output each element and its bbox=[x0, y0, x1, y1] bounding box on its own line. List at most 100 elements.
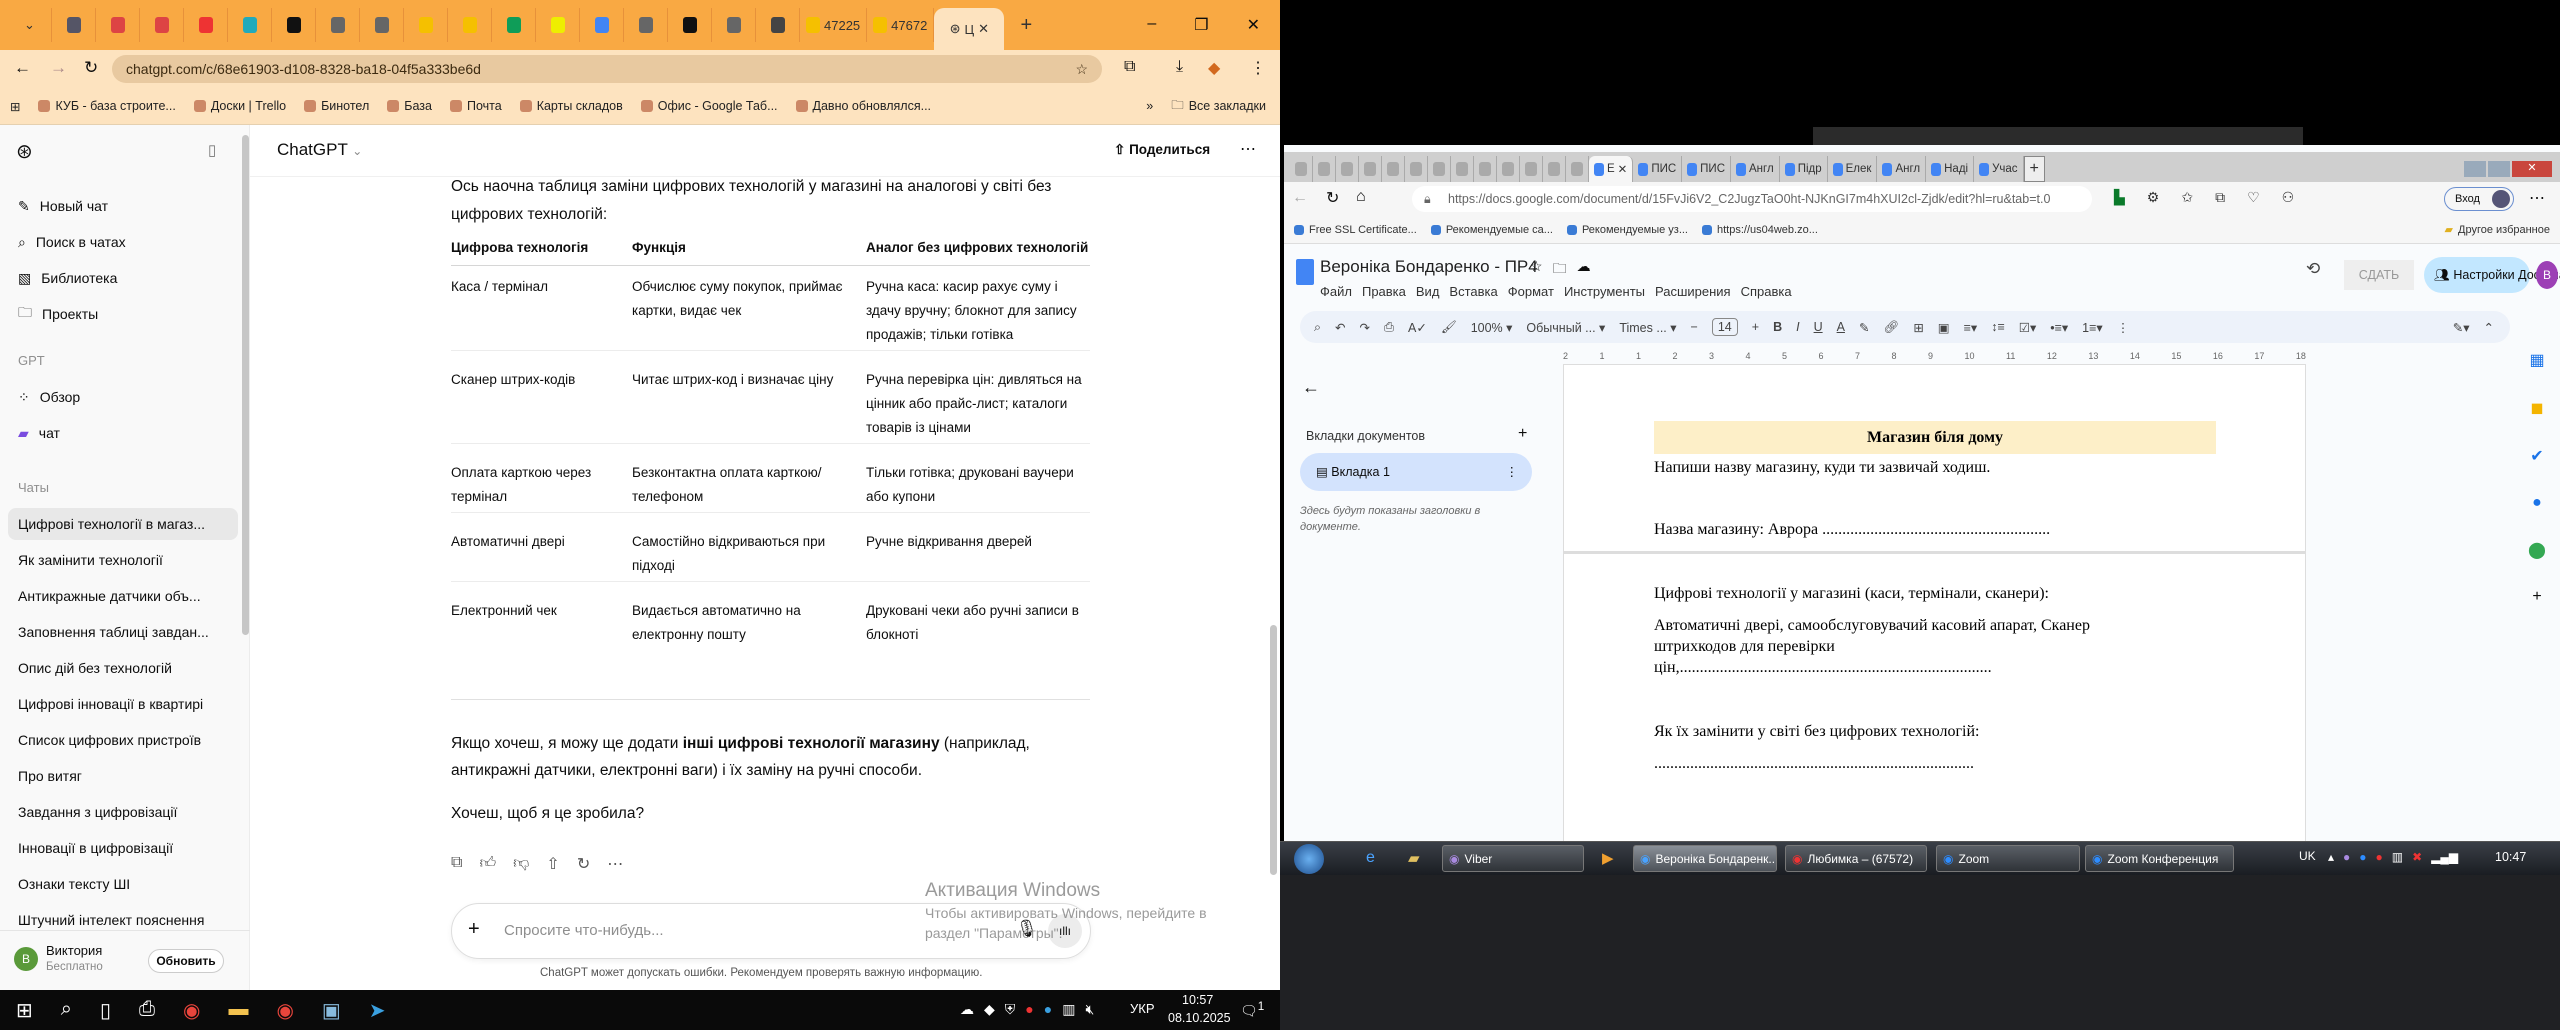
numbered-list-icon[interactable]: 1≡▾ bbox=[2082, 320, 2103, 335]
browser-tab[interactable] bbox=[272, 8, 316, 42]
browser-tab[interactable] bbox=[1566, 156, 1589, 182]
chat-history-item[interactable]: Завдання з цифровізації bbox=[8, 796, 238, 828]
bookmark-item[interactable]: Давно обновлялся... bbox=[795, 99, 931, 113]
bookmark-item[interactable]: База bbox=[387, 99, 432, 113]
back-icon[interactable]: ← bbox=[1292, 189, 1308, 207]
document-paragraph[interactable]: Автоматичні двері, самообслуговувачий ка… bbox=[1654, 617, 2090, 635]
document-paragraph[interactable]: Як їх замінити у світі без цифрових техн… bbox=[1654, 723, 1980, 741]
browser-tab[interactable]: Елек bbox=[1828, 156, 1878, 182]
chat-history-item[interactable]: Про витяг bbox=[8, 760, 238, 792]
restore-icon[interactable] bbox=[2488, 161, 2510, 177]
browser-tab[interactable] bbox=[184, 8, 228, 42]
browser-tab[interactable] bbox=[1405, 156, 1428, 182]
url-input[interactable]: chatgpt.com/c/68e61903-d108-8328-ba18-04… bbox=[112, 55, 1102, 83]
text-color-icon[interactable]: A bbox=[1837, 320, 1845, 334]
taskbar-button-docs[interactable]: ◉ Вероніка Бондаренк... bbox=[1633, 845, 1777, 872]
bookmark-item[interactable]: https://us04web.zo... bbox=[1701, 224, 1818, 236]
media-player-icon[interactable]: ▶ bbox=[1602, 849, 1614, 867]
add-tab-icon[interactable]: + bbox=[1518, 425, 1527, 443]
browser-tab[interactable] bbox=[624, 8, 668, 42]
tab-search-button[interactable]: ⌄ bbox=[8, 8, 52, 42]
bookmark-item[interactable]: Рекомендуемые са... bbox=[1430, 224, 1553, 236]
browser-tab[interactable] bbox=[140, 8, 184, 42]
extension-icon[interactable]: ▙ bbox=[2114, 189, 2125, 206]
restore-icon[interactable]: ❐ bbox=[1194, 15, 1208, 35]
close-tab-icon[interactable]: ✕ bbox=[978, 21, 989, 37]
more-icon[interactable]: ⋯ bbox=[607, 854, 623, 874]
notifications-icon[interactable]: 🗨︎1 bbox=[1240, 1000, 1264, 1020]
bookmark-item[interactable]: Free SSL Certificate... bbox=[1294, 224, 1417, 236]
document-title[interactable]: Вероніка Бондаренко - ПР4 bbox=[1320, 257, 1538, 277]
browser-tab[interactable] bbox=[580, 8, 624, 42]
chat-history-item[interactable]: Заповнення таблиці завдан... bbox=[8, 616, 238, 648]
thumbs-down-icon[interactable]: 👎︎ bbox=[513, 854, 529, 874]
reload-icon[interactable]: ↻ bbox=[84, 58, 98, 78]
windows-start-icon[interactable]: ⊞ bbox=[16, 998, 33, 1023]
download-icon[interactable]: ⤓ bbox=[1176, 58, 1183, 76]
forward-icon[interactable]: → bbox=[50, 58, 67, 78]
browser-tab[interactable] bbox=[1290, 156, 1313, 182]
file-explorer-icon[interactable]: ▬ bbox=[228, 998, 248, 1023]
taskbar-button-viber[interactable]: ◉ Viber bbox=[1442, 845, 1584, 872]
apps-icon[interactable]: ⊞ bbox=[10, 99, 20, 114]
bold-icon[interactable]: B bbox=[1773, 320, 1782, 334]
browser-tab[interactable]: Підр bbox=[1780, 156, 1828, 182]
browser-tab[interactable]: Учас bbox=[1974, 156, 2024, 182]
account-avatar[interactable]: В bbox=[2536, 261, 2558, 289]
bookmark-item[interactable]: Доски | Trello bbox=[193, 99, 286, 113]
style-select[interactable]: Обычный ... ▾ bbox=[1526, 320, 1605, 335]
sidebar-scrollbar[interactable] bbox=[242, 135, 249, 635]
link-icon[interactable]: 🔗︎ bbox=[1883, 320, 1899, 335]
browser-tab[interactable]: Англ bbox=[1731, 156, 1780, 182]
language-indicator[interactable]: УКР bbox=[1130, 1001, 1155, 1016]
chat-history-item[interactable]: Цифрові технології в магаз... bbox=[8, 508, 238, 540]
tab-options-icon[interactable]: ⋮ bbox=[1506, 453, 1519, 491]
bookmark-item[interactable]: Карты складов bbox=[519, 99, 623, 113]
minimize-icon[interactable]: – bbox=[1147, 15, 1156, 35]
chat-history-item[interactable]: Антикражные датчики объ... bbox=[8, 580, 238, 612]
history-icon[interactable]: ⟲ bbox=[2306, 259, 2320, 279]
star-icon[interactable]: ☆ bbox=[1075, 55, 1088, 83]
underline-icon[interactable]: U bbox=[1814, 320, 1823, 334]
menu-item[interactable]: Правка bbox=[1362, 284, 1406, 299]
spellcheck-icon[interactable]: A✓ bbox=[1408, 320, 1427, 335]
share-access-button[interactable]: 👥︎ Настройки Доступа bbox=[2424, 257, 2560, 293]
viber-tray-icon[interactable]: ● bbox=[2343, 850, 2350, 864]
menu-item[interactable]: Вид bbox=[1416, 284, 1440, 299]
docs-logo-icon[interactable] bbox=[1296, 259, 1314, 285]
move-folder-icon[interactable]: 🗀 bbox=[1553, 258, 1567, 282]
browser-tab[interactable]: Наді bbox=[1926, 156, 1975, 182]
menu-item[interactable]: Файл bbox=[1320, 284, 1352, 299]
document-paragraph[interactable]: Назва магазину: Аврора .................… bbox=[1654, 521, 2050, 539]
openai-logo-icon[interactable]: ⊛ bbox=[16, 139, 33, 164]
menu-icon[interactable]: ⋮ bbox=[1250, 58, 1266, 78]
url-input[interactable]: 🔒︎ https://docs.google.com/document/d/15F… bbox=[1412, 186, 2092, 212]
document-paragraph[interactable]: Напиши назву магазину, куди ти зазвичай … bbox=[1654, 459, 1990, 477]
browser-tab[interactable] bbox=[1336, 156, 1359, 182]
all-bookmarks-button[interactable]: 🗀 Все закладки bbox=[1171, 96, 1280, 117]
browser-tab[interactable] bbox=[228, 8, 272, 42]
new-tab-button[interactable]: + bbox=[2023, 156, 2045, 182]
sidebar-item-gpt-chat[interactable]: ▰ чат bbox=[8, 417, 238, 449]
chat-history-item[interactable]: Інновації в цифровізації bbox=[8, 832, 238, 864]
shield-icon[interactable]: ⛨ bbox=[1005, 1001, 1016, 1018]
browser-tab[interactable] bbox=[404, 8, 448, 42]
align-icon[interactable]: ≡▾ bbox=[1964, 320, 1978, 335]
browser-tab[interactable] bbox=[52, 8, 96, 42]
menu-item[interactable]: Формат bbox=[1508, 284, 1554, 299]
browser-tab[interactable] bbox=[1359, 156, 1382, 182]
document-paragraph[interactable]: цін,....................................… bbox=[1654, 659, 1992, 677]
close-window-icon[interactable]: ✕ bbox=[2512, 161, 2552, 177]
model-selector[interactable]: ChatGPT ⌄ bbox=[277, 140, 362, 160]
security-alert-icon[interactable]: ✖ bbox=[2412, 850, 2422, 864]
checklist-icon[interactable]: ☑▾ bbox=[2019, 320, 2036, 335]
browser-tab[interactable]: Англ bbox=[1877, 156, 1927, 182]
document-paragraph[interactable]: Цифрові технології у магазині (каси, тер… bbox=[1654, 585, 2049, 603]
bookmark-item[interactable]: Рекомендуемые уз... bbox=[1566, 224, 1688, 236]
more-bookmarks-icon[interactable]: » bbox=[1146, 99, 1153, 113]
network-icon[interactable]: ▥ bbox=[2392, 850, 2403, 864]
browser-tab[interactable] bbox=[1543, 156, 1566, 182]
browser-tab[interactable] bbox=[1520, 156, 1543, 182]
task-view-icon[interactable]: ▯ bbox=[100, 998, 111, 1023]
taskbar-button-zoom-conference[interactable]: ◉ Zoom Конференция bbox=[2085, 845, 2234, 872]
